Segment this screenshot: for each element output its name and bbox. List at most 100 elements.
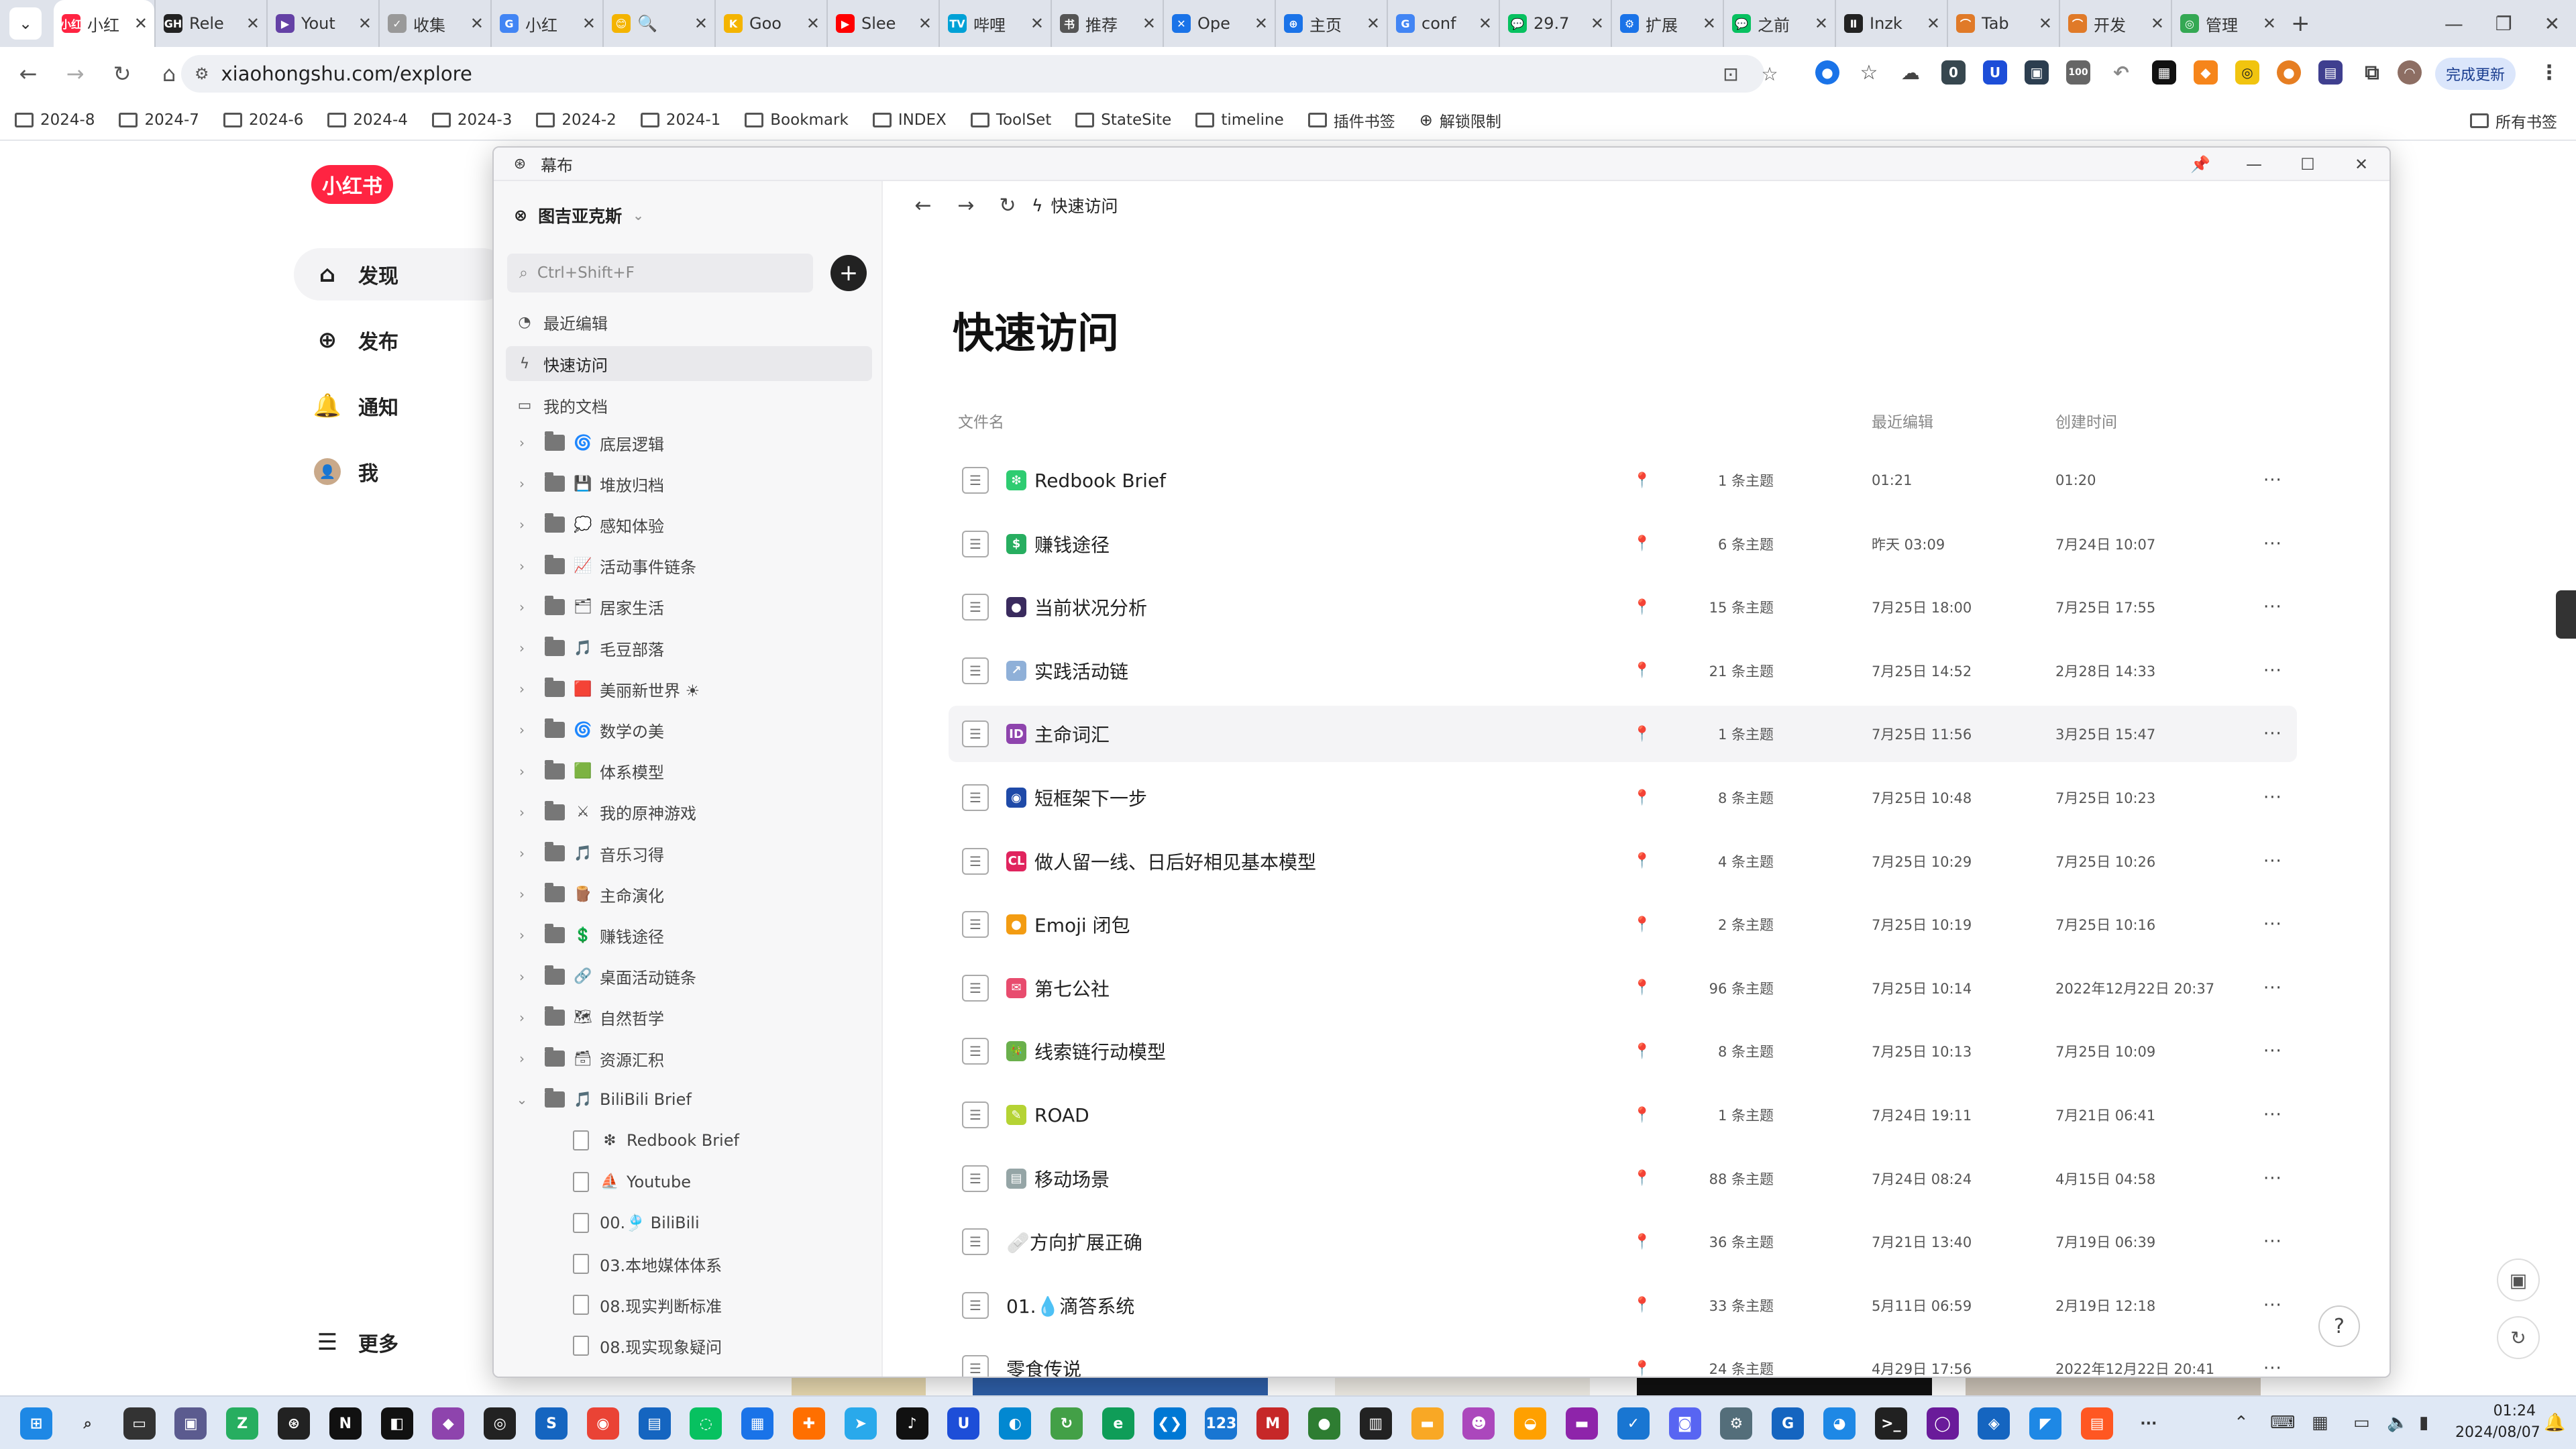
app-icon[interactable]: ▤ [2081,1407,2113,1440]
windows-start-icon[interactable]: ⊞ [20,1407,52,1440]
file-name[interactable]: ROAD [1034,1104,1089,1126]
bookmark-item[interactable]: timeline [1195,111,1284,129]
bookmark-item[interactable]: 2024-2 [536,111,616,129]
chevron-right-icon[interactable]: › [514,804,530,820]
chevron-right-icon[interactable]: › [514,558,530,574]
battery-icon[interactable]: ▮ [2419,1413,2428,1433]
close-window-icon[interactable]: ✕ [2544,13,2560,35]
edge-icon[interactable]: e [1102,1407,1134,1440]
file-name[interactable]: 当前状况分析 [1034,594,1147,621]
pin-icon[interactable]: 📍 [1633,1297,1651,1313]
app-icon[interactable]: ◤ [2029,1407,2062,1440]
bookmark-item[interactable]: 2024-3 [431,111,512,129]
pin-icon[interactable]: 📌 [2180,148,2220,181]
browser-tab[interactable]: ⌒ 开发 ✕ [2059,0,2171,47]
file-name[interactable]: 线索链行动模型 [1034,1038,1166,1065]
more-icon[interactable]: ··· [2263,788,2282,808]
folder-icon[interactable]: ▬ [1566,1407,1598,1440]
app-icon[interactable]: ▦ [741,1407,774,1440]
browser-tab[interactable]: TV 哔哩 ✕ [938,0,1051,47]
refresh-icon[interactable]: ↻ [2497,1316,2540,1359]
more-icon[interactable]: ··· [2263,978,2282,998]
browser-tab[interactable]: ⚙ 扩展 ✕ [1611,0,1723,47]
bookmark-item[interactable]: ⊕ 解锁限制 [1419,109,1501,131]
folder-item[interactable]: › 💭 感知体验 [494,504,883,545]
bookmark-item[interactable]: Bookmark [745,111,849,129]
folder-item[interactable]: › 🗃 资源汇积 [494,1038,883,1079]
more-icon[interactable]: ··· [2263,1169,2282,1189]
browser-tab[interactable]: ⊕ 主页 ✕ [1275,0,1387,47]
browser-tab[interactable]: GH Rele ✕ [154,0,266,47]
undo-icon[interactable]: ↶ [2109,60,2133,85]
fox-icon[interactable]: ◆ [2194,60,2218,85]
restore-icon[interactable]: ❐ [2496,13,2512,35]
column-header-edited[interactable]: 最近编辑 [1872,409,1933,432]
bookmark-item[interactable]: 2024-6 [223,111,303,129]
bookmark-item[interactable]: ToolSet [970,111,1051,129]
folder-item[interactable]: › 🎵 毛豆部落 [494,628,883,668]
file-name[interactable]: 实践活动链 [1034,657,1128,684]
refresh-icon[interactable]: ↻ [990,188,1025,223]
reload-icon[interactable]: ↻ [103,55,141,93]
file-row[interactable]: ☰ ID 主命词汇 📍 1 条主题 7月25日 11:56 3月25日 15:47 ··· [949,706,2297,763]
tray-chevron-icon[interactable]: ⌃ [2234,1413,2249,1433]
file-name[interactable]: 01.💧滴答系统 [1006,1292,1134,1319]
nav-publish[interactable]: ⊕ 发布 [294,314,508,366]
nav-discover[interactable]: ⌂ 发现 [294,248,508,301]
install-icon[interactable]: ⊡ [1717,60,1744,87]
keyboard-icon[interactable]: ⌨ [2270,1413,2296,1433]
telegram-icon[interactable]: ➤ [844,1407,877,1440]
app-icon[interactable]: ◆ [432,1407,465,1440]
close-tab-icon[interactable]: ✕ [1142,14,1156,33]
pin-icon[interactable]: 📍 [1633,916,1651,933]
chevron-right-icon[interactable]: › [514,681,530,697]
tab-search-icon[interactable]: ⌄ [9,7,42,40]
browser-tab[interactable]: 💬 之前 ✕ [1723,0,1835,47]
close-tab-icon[interactable]: ✕ [694,14,708,33]
folder-item[interactable]: ⌄ 🎵 BiliBili Brief [494,1079,883,1120]
app-icon[interactable]: S [535,1407,568,1440]
folder-item[interactable]: › 🗺 自然哲学 [494,998,883,1038]
document-item[interactable]: 08.现实判断标准 [494,1285,883,1325]
file-row[interactable]: ☰ ◉ 短框架下一步 📍 8 条主题 7月25日 10:48 7月25日 10:23 ··· [949,769,2297,826]
more-icon[interactable]: ··· [2263,1232,2282,1252]
chevron-right-icon[interactable]: › [514,1010,530,1026]
shield-icon[interactable]: U [947,1407,980,1440]
more-icon[interactable]: ··· [2263,1295,2282,1316]
close-tab-icon[interactable]: ✕ [1366,14,1380,33]
browser-tab[interactable]: ▶ Yout ✕ [266,0,378,47]
more-icon[interactable]: ··· [2263,914,2282,934]
app-tray-icon[interactable]: ▦ [2312,1413,2328,1433]
close-tab-icon[interactable]: ✕ [1703,14,1716,33]
browser-tab[interactable]: Ⅱ Inzk ✕ [1835,0,1947,47]
chevron-right-icon[interactable]: › [514,1051,530,1067]
chevron-right-icon[interactable]: › [514,927,530,943]
browser-tab[interactable]: 小红 小红 ✕ [54,0,154,47]
file-row[interactable]: ☰ CL 做人留一线、日后好相见基本模型 📍 4 条主题 7月25日 10:29 7月25日… [949,833,2297,890]
more-icon[interactable]: ··· [2263,851,2282,871]
side-tab[interactable] [2556,590,2576,639]
folder-item[interactable]: › 💾 堆放归档 [494,464,883,504]
close-tab-icon[interactable]: ✕ [1591,14,1604,33]
file-name[interactable]: 第七公社 [1034,975,1110,1002]
close-tab-icon[interactable]: ✕ [918,14,932,33]
file-row[interactable]: ☰ 🩹方向扩展正确 📍 36 条主题 7月21日 13:40 7月19日 06:39 ··· [949,1214,2297,1270]
todo-icon[interactable]: ✓ [1617,1407,1650,1440]
more-icon[interactable]: ··· [2263,1105,2282,1125]
more-icon[interactable]: ··· [2263,661,2282,681]
browser-tab[interactable]: K Goo ✕ [714,0,826,47]
folder-item[interactable]: › 🟩 体系模型 [494,751,883,792]
close-tab-icon[interactable]: ✕ [134,14,148,33]
close-tab-icon[interactable]: ✕ [246,14,260,33]
app-icon[interactable]: ☻ [1462,1407,1495,1440]
file-row[interactable]: ☰ ✎ ROAD 📍 1 条主题 7月24日 19:11 7月21日 06:41 ··· [949,1087,2297,1143]
address-bar[interactable]: ⚙ xiaohongshu.com/explore [181,55,1764,93]
new-tab-icon[interactable]: + [2291,10,2310,37]
menu-dots-icon[interactable]: ⋮ [2537,60,2561,85]
close-tab-icon[interactable]: ✕ [1815,14,1828,33]
search-input[interactable]: ⌕ Ctrl+Shift+F [507,254,813,292]
pin-icon[interactable]: 📍 [1633,979,1651,996]
forward-icon[interactable]: → [56,55,94,93]
close-tab-icon[interactable]: ✕ [358,14,372,33]
sidebar-item-my-docs[interactable]: ▭ 我的文档 [506,388,872,423]
